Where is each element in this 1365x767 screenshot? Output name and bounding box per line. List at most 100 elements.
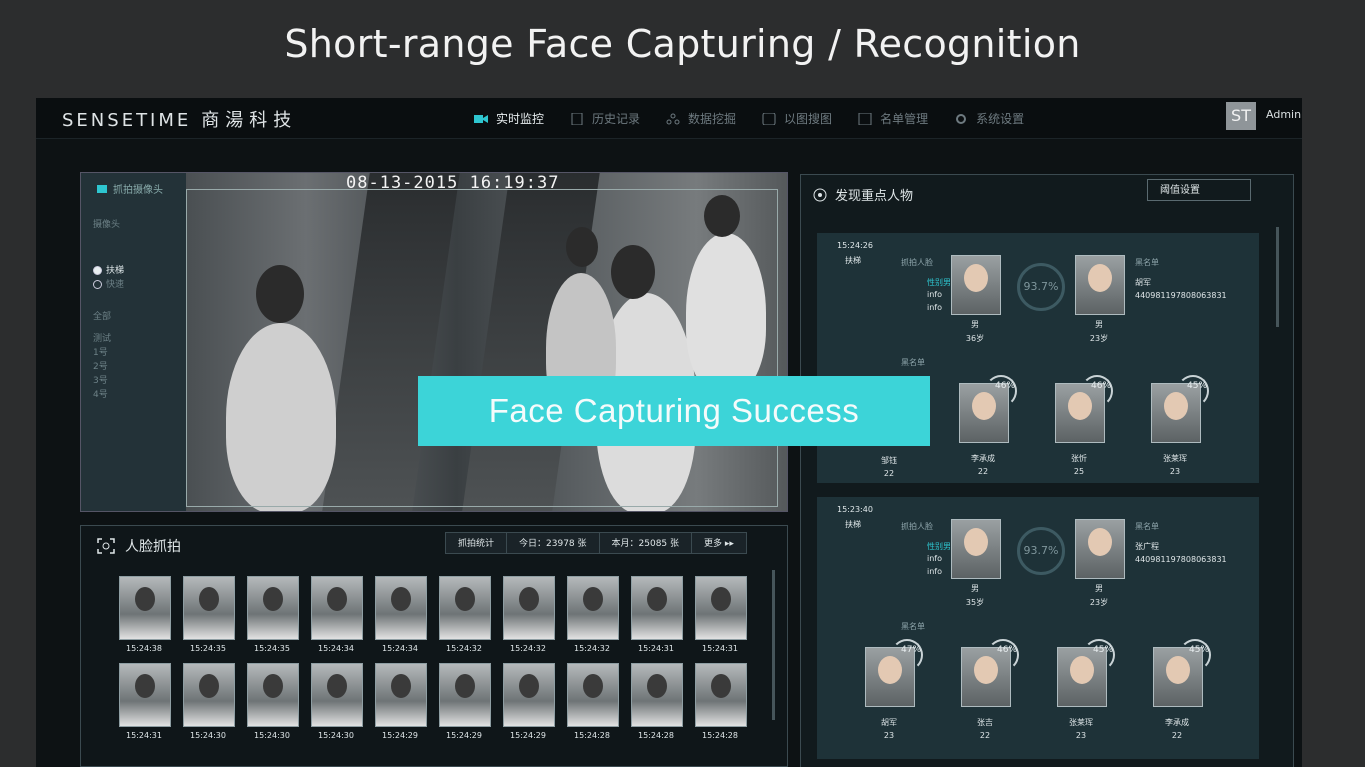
nav-list-management[interactable]: 名单管理 <box>858 110 928 127</box>
face-gender: 男 <box>971 584 979 593</box>
camera-label: 快速 <box>106 280 125 290</box>
capture-time: 15:24:28 <box>638 731 674 740</box>
user-name[interactable]: Admin <box>1266 108 1301 121</box>
nav-system-settings[interactable]: 系统设置 <box>954 110 1024 127</box>
scrollbar[interactable] <box>772 570 775 720</box>
candidates-label: 黑名单 <box>901 622 925 631</box>
alert-card[interactable]: 15:23:40 扶梯 抓拍人脸 性别男 info info 男 35岁 93.7% 男 23岁 黑名… <box>817 497 1259 759</box>
score-arc-icon <box>1179 639 1211 671</box>
clipboard-icon <box>571 112 583 125</box>
capture-title: 人脸抓拍 <box>125 539 181 555</box>
matched-name: 张广程 <box>1135 542 1159 551</box>
threshold-settings-button[interactable]: 阈值设置 <box>1147 179 1251 201</box>
top-bar: SENSETIME 商湯科技 实时监控 历史记录 数据挖掘 以图搜图 名单管理 <box>36 98 1302 139</box>
capture-thumb[interactable]: 15:24:30 <box>183 663 235 740</box>
face-thumbnail <box>119 663 171 727</box>
candidate-name: 张莱珲 <box>1163 454 1187 463</box>
list-label: 黑名单 <box>1135 522 1159 531</box>
camera-item[interactable]: 全部 <box>93 309 111 322</box>
nav-label: 名单管理 <box>880 112 929 126</box>
alert-time: 15:24:26 <box>837 241 873 250</box>
face-thumbnail <box>695 663 747 727</box>
capture-thumb[interactable]: 15:24:31 <box>119 663 171 740</box>
threshold-label: 阈值设置 <box>1160 185 1200 196</box>
target-icon <box>813 188 827 201</box>
alert-panel: 发现重点人物 阈值设置 15:24:26 扶梯 抓拍人脸 性别男 info info 男 36… <box>800 174 1294 767</box>
capture-thumb[interactable]: 15:24:34 <box>375 576 427 653</box>
capture-thumb[interactable]: 15:24:38 <box>119 576 171 653</box>
info-line: 性别男 <box>927 542 951 551</box>
camera-item[interactable]: 摄像头 <box>93 217 120 230</box>
camera-item[interactable]: 1号 <box>93 345 108 358</box>
nav-label: 数据挖掘 <box>688 112 737 126</box>
nav-image-search[interactable]: 以图搜图 <box>762 110 832 127</box>
capture-thumb[interactable]: 15:24:30 <box>311 663 363 740</box>
capture-time: 15:24:35 <box>254 644 290 653</box>
capture-time: 15:24:31 <box>702 644 738 653</box>
camera-item[interactable]: 测试 <box>93 331 111 344</box>
logo-cn: 商湯科技 <box>201 110 298 131</box>
candidate-age: 22 <box>979 731 991 740</box>
camera-item[interactable]: 2号 <box>93 359 108 372</box>
camera-item[interactable]: 4号 <box>93 387 108 400</box>
avatar[interactable]: ST <box>1226 102 1256 130</box>
capture-thumb[interactable]: 15:24:34 <box>311 576 363 653</box>
match-score: 93.7% <box>1017 263 1065 311</box>
image-search-icon <box>762 112 776 125</box>
capture-thumb[interactable]: 15:24:30 <box>247 663 299 740</box>
info-line: info <box>927 567 943 576</box>
capture-thumb[interactable]: 15:24:29 <box>439 663 491 740</box>
capture-header: 人脸抓拍 <box>97 536 181 556</box>
capture-thumb[interactable]: 15:24:28 <box>567 663 619 740</box>
capture-success-banner: Face Capturing Success <box>418 376 930 446</box>
capture-time: 15:24:34 <box>382 644 418 653</box>
capture-thumb[interactable]: 15:24:35 <box>183 576 235 653</box>
score-arc-icon <box>1083 639 1115 671</box>
scrollbar[interactable] <box>1276 227 1279 327</box>
capture-time: 15:24:32 <box>574 644 610 653</box>
blacklist-face <box>1075 255 1125 315</box>
nav-history[interactable]: 历史记录 <box>570 110 640 127</box>
capture-thumb[interactable]: 15:24:29 <box>375 663 427 740</box>
score-arc-icon <box>987 639 1019 671</box>
candidate-name: 张吉 <box>977 718 993 727</box>
capture-thumb[interactable]: 15:24:28 <box>631 663 683 740</box>
alert-camera: 扶梯 <box>845 520 861 529</box>
alert-time: 15:23:40 <box>837 505 873 514</box>
capture-time: 15:24:29 <box>510 731 546 740</box>
capture-thumb[interactable]: 15:24:31 <box>695 576 747 653</box>
capture-thumb[interactable]: 15:24:28 <box>695 663 747 740</box>
captured-face <box>951 255 1001 315</box>
nav-data-mining[interactable]: 数据挖掘 <box>666 110 736 127</box>
face-thumbnail <box>503 576 555 640</box>
video-timestamp: 08-13-2015 16:19:37 <box>346 173 560 193</box>
capture-thumb[interactable]: 15:24:29 <box>503 663 555 740</box>
face-thumbnail <box>311 576 363 640</box>
face-thumbnail <box>695 576 747 640</box>
camera-item-escalator[interactable]: 扶梯 <box>93 263 124 276</box>
capture-thumb[interactable]: 15:24:32 <box>439 576 491 653</box>
info-line: info <box>927 290 943 299</box>
candidate-name: 胡军 <box>881 718 897 727</box>
capture-time: 15:24:35 <box>190 644 226 653</box>
face-thumbnail <box>439 663 491 727</box>
more-button[interactable]: 更多 ▸▸ <box>692 533 746 553</box>
capture-time: 15:24:30 <box>254 731 290 740</box>
capture-thumb[interactable]: 15:24:32 <box>503 576 555 653</box>
nav-live-monitor[interactable]: 实时监控 <box>474 110 544 127</box>
candidate-age: 22 <box>883 469 895 478</box>
score-arc-icon <box>1177 375 1209 407</box>
capture-thumb[interactable]: 15:24:32 <box>567 576 619 653</box>
camera-item[interactable]: 3号 <box>93 373 108 386</box>
face-gender: 男 <box>971 320 979 329</box>
capture-thumb[interactable]: 15:24:31 <box>631 576 683 653</box>
face-gender: 男 <box>1095 320 1103 329</box>
capture-time: 15:24:32 <box>446 644 482 653</box>
match-score: 93.7% <box>1017 527 1065 575</box>
video-feed[interactable]: 08-13-2015 16:19:37 <box>186 173 787 511</box>
face-scan-icon <box>97 538 115 554</box>
candidate-score: 46% <box>995 381 1016 391</box>
camera-item[interactable]: 快速 <box>93 277 124 290</box>
network-icon <box>666 113 680 124</box>
capture-thumb[interactable]: 15:24:35 <box>247 576 299 653</box>
